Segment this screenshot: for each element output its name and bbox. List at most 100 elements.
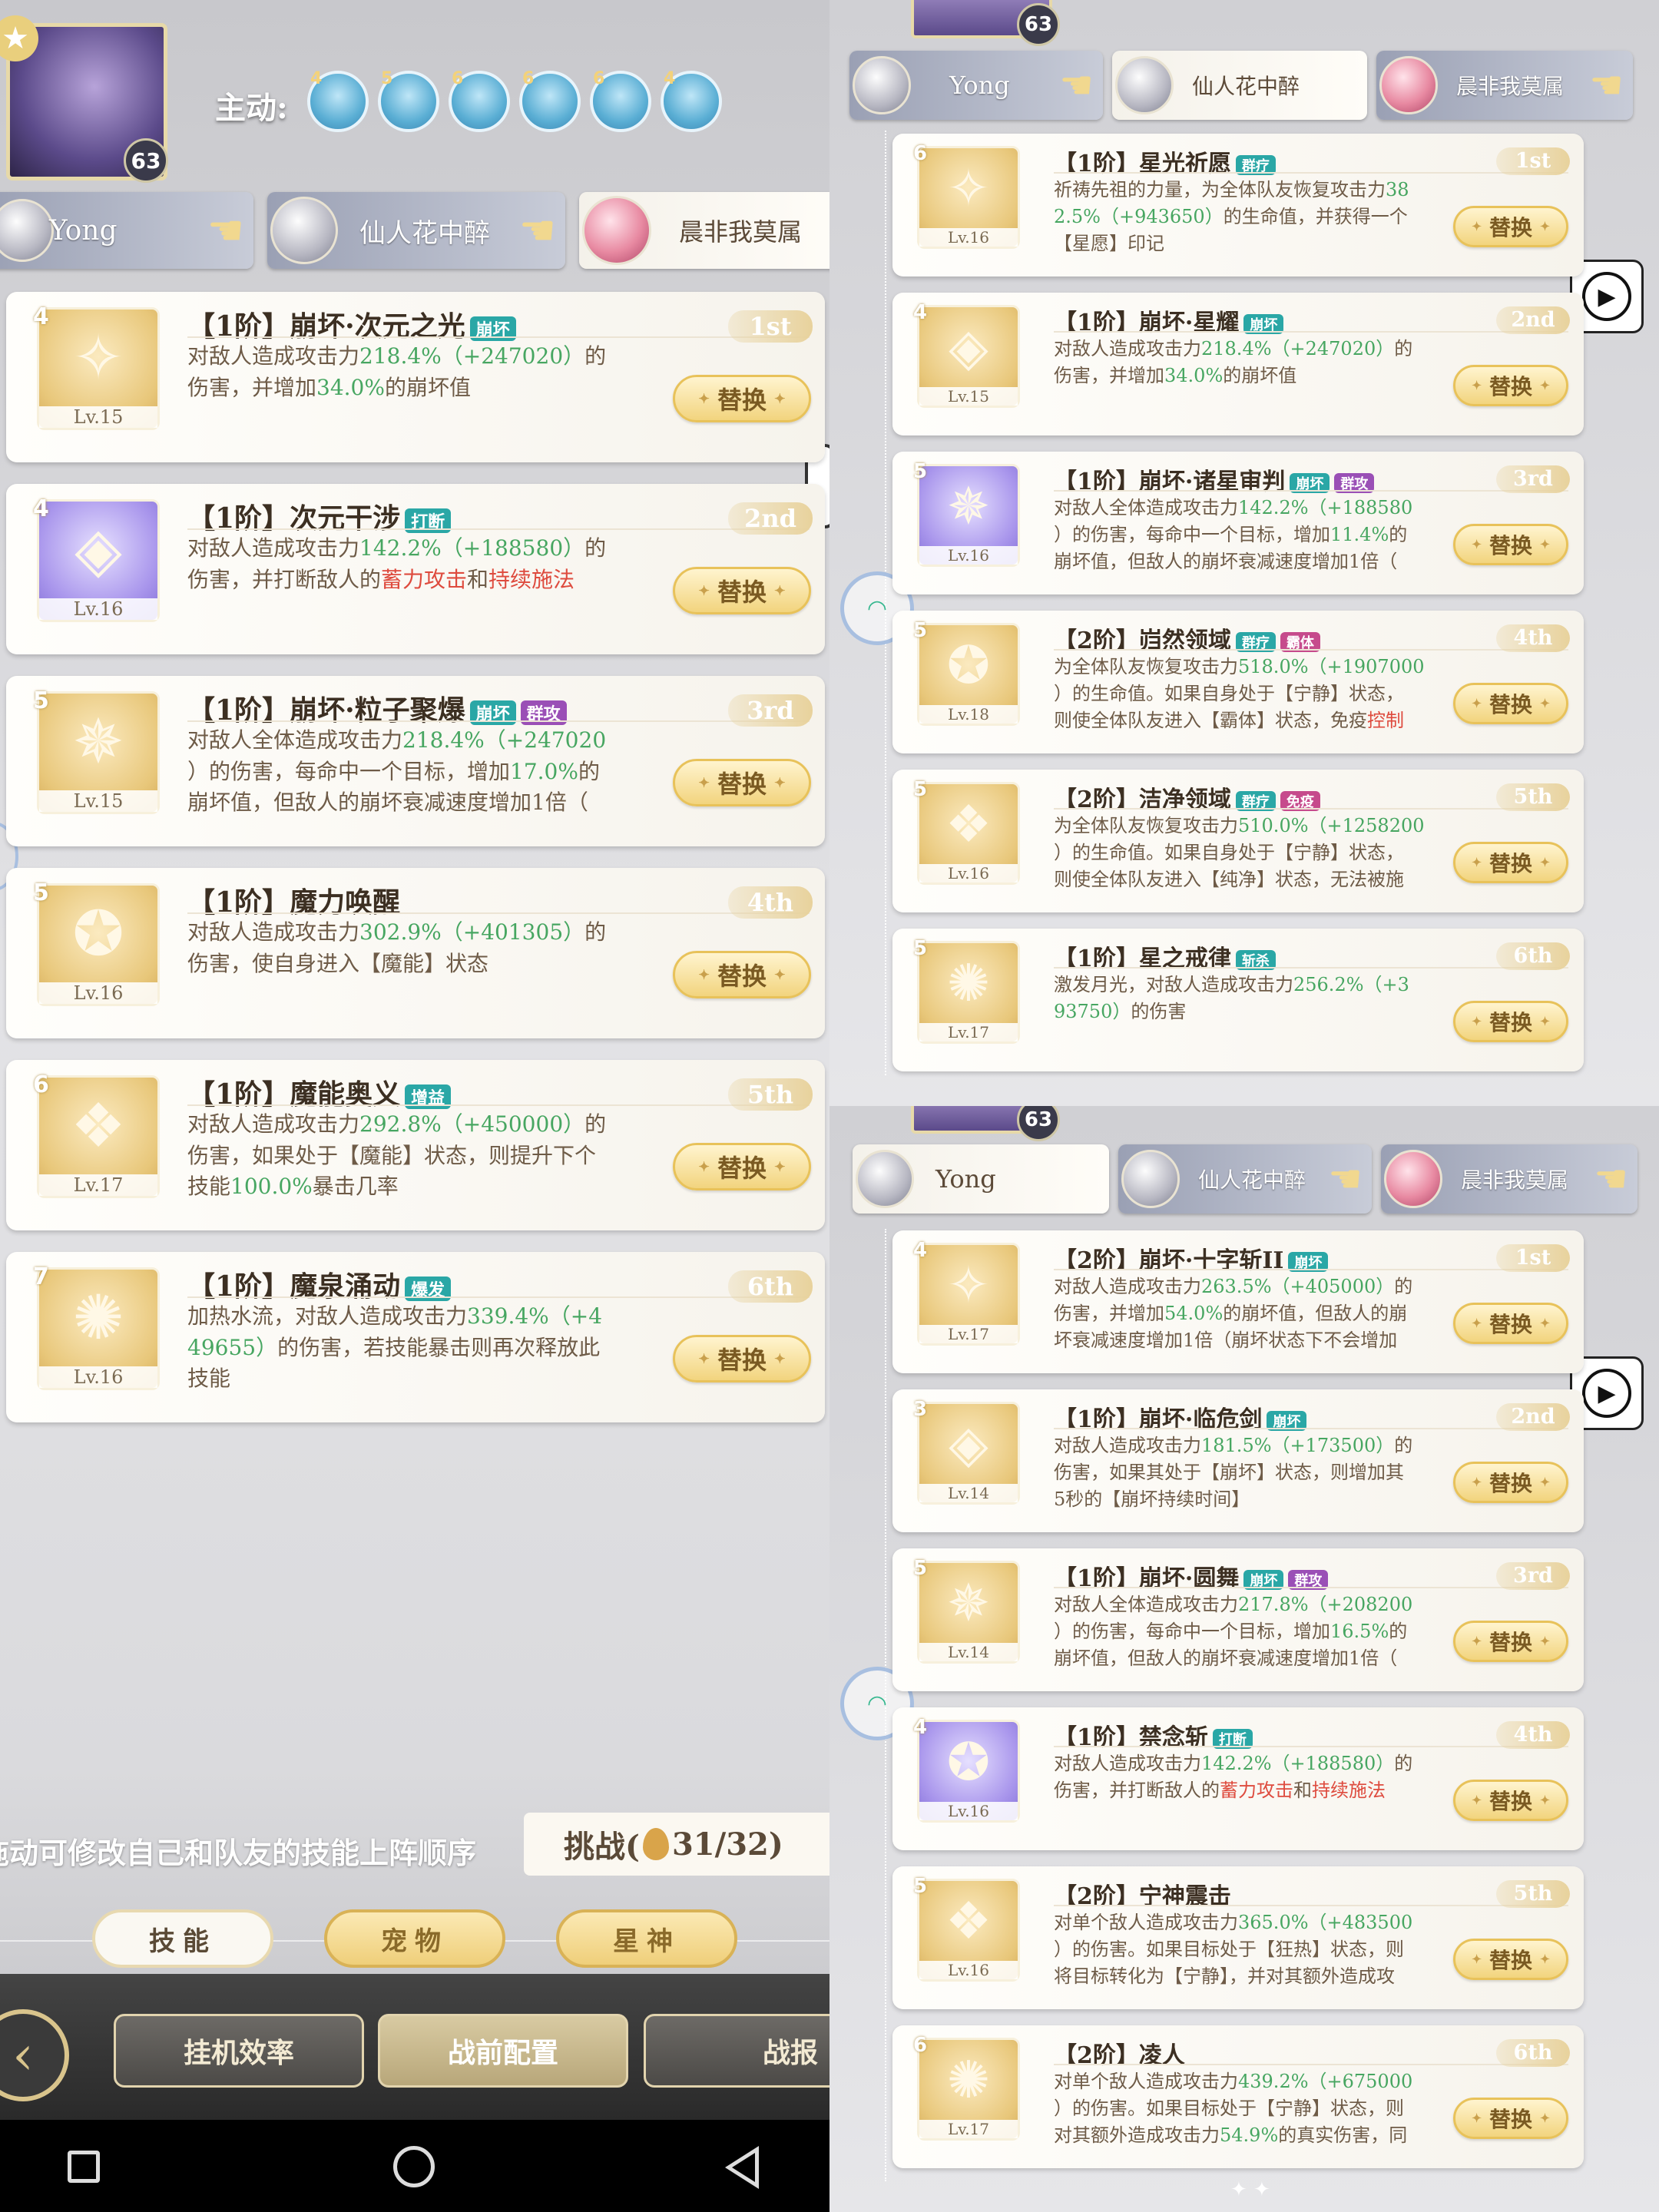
title-divider (1054, 1428, 1568, 1429)
swap-label: 替换 (717, 578, 767, 607)
home-icon[interactable] (393, 2146, 435, 2187)
description-text: 为全体队友恢复攻击力 (1054, 815, 1238, 836)
hero-portrait[interactable]: 63 (911, 0, 1060, 46)
description-line: 对敌人造成攻击力302.9%（+401305）的 (187, 917, 673, 949)
active-skill-orb[interactable]: 4 (307, 69, 369, 132)
skill-card[interactable]: ◈ 3 Lv.14 【1阶】崩坏·临危剑 崩坏 对敌人造成攻击力181.5%（+17350… (892, 1389, 1584, 1532)
active-skill-orb[interactable]: 6 (519, 69, 581, 132)
skill-card[interactable]: ✪ 5 Lv.18 【2阶】岿然领域 群疗 霸体 为全体队友恢复攻击力518.0%（+190… (892, 611, 1584, 753)
char-tab-3[interactable]: 晨非我莫属 ☚ (1376, 51, 1633, 120)
swap-button[interactable]: 替换 (673, 759, 811, 806)
challenge-button[interactable]: 挑战( 31/32) (524, 1813, 830, 1876)
description-text: 伤害，并增加 (187, 374, 317, 400)
swap-button[interactable]: 替换 (1453, 206, 1568, 247)
skill-card[interactable]: ✪ 5 Lv.16 【1阶】魔力唤醒 对敌人造成攻击力302.9%（+401305）的伤… (6, 868, 825, 1038)
char-tab-yong[interactable]: Yong (853, 1144, 1109, 1214)
description-text: 的 (578, 758, 600, 784)
skill-description: 对敌人造成攻击力263.5%（+405000）的 伤害，并增加54.0%的崩坏值，… (1054, 1273, 1453, 1353)
active-skill-orb[interactable]: 5 (378, 69, 439, 132)
char-tab-2[interactable]: 仙人花中醉 ☚ (267, 192, 565, 269)
hero-portrait[interactable]: 63 (911, 1106, 1060, 1141)
active-skill-orb[interactable]: 4 (661, 69, 722, 132)
skill-level: Lv.16 (39, 982, 157, 1004)
description-line: 对敌人全体造成攻击力218.4%（+247020 (187, 725, 673, 757)
value-text: 11.4% (1330, 523, 1389, 545)
active-skill-orb[interactable]: 6 (590, 69, 651, 132)
swap-button[interactable]: 替换 (673, 567, 811, 614)
char-tab-yong[interactable]: Yong ☚ (0, 192, 253, 269)
swap-label: 替换 (1488, 1010, 1532, 1035)
keyword-text: 持续施法 (488, 566, 575, 592)
swap-label: 替换 (1488, 851, 1532, 876)
char-tab-2[interactable]: 仙人花中醉 ☚ (1118, 1144, 1372, 1214)
swap-button[interactable]: 替换 (1453, 842, 1568, 883)
challenge-count: 31/32) (671, 1826, 783, 1863)
keyword-text: 控制 (1367, 709, 1404, 731)
drag-hand-icon: ☚ (1059, 63, 1094, 108)
description-text: 对敌人造成攻击力 (1054, 1753, 1201, 1774)
skill-card[interactable]: ✺ 6 Lv.17 【2阶】凌人 对单个敌人造成攻击力439.2%（+675000 ）的伤… (892, 2025, 1584, 2168)
tab-skills[interactable]: 技能 (92, 1909, 273, 1968)
idle-efficiency-button[interactable]: 挂机效率 (114, 2014, 364, 2088)
skill-card[interactable]: ✧ 4 Lv.17 【2阶】崩坏·十字斩II 崩坏 对敌人造成攻击力263.5%（+405… (892, 1230, 1584, 1373)
skill-card[interactable]: ✵ 5 Lv.14 【1阶】崩坏·圆舞 崩坏 群攻 对敌人全体造成攻击力217.8%（+20… (892, 1548, 1584, 1691)
swap-button[interactable]: 替换 (1453, 1303, 1568, 1344)
swap-button[interactable]: 替换 (1453, 1780, 1568, 1821)
active-skill-orb[interactable]: 6 (449, 69, 510, 132)
skill-card[interactable]: ✺ 7 Lv.16 【1阶】魔泉涌动 爆发 加热水流，对敌人造成攻击力339.4%（+4 4… (6, 1252, 825, 1422)
skill-card[interactable]: ✧ 6 Lv.16 【1阶】星光祈愿 群疗 祈祷先祖的力量，为全体队友恢复攻击力38 2.5… (892, 134, 1584, 276)
swap-button[interactable]: 替换 (1453, 365, 1568, 406)
skill-card[interactable]: ✧ 4 Lv.15 【1阶】崩坏·次元之光 崩坏 对敌人造成攻击力218.4%（+2470… (6, 292, 825, 462)
swap-button[interactable]: 替换 (673, 951, 811, 998)
skill-rank: 4 (33, 495, 49, 522)
drag-hand-icon: ☚ (1589, 63, 1624, 108)
pre-battle-config-button[interactable]: 战前配置 (378, 2014, 628, 2088)
swap-button[interactable]: 替换 (1453, 1462, 1568, 1503)
skill-level: Lv.14 (919, 1484, 1018, 1502)
description-text: 的 (1394, 1435, 1413, 1456)
swap-button[interactable]: 替换 (673, 1143, 811, 1190)
skill-card[interactable]: ✺ 5 Lv.17 【1阶】星之戒律 斩杀 激发月光，对敌人造成攻击力256.2%（+3 9… (892, 929, 1584, 1071)
right-bottom-screenshot: 63 Yong 仙人花中醉 ☚ 晨非我莫属 ☚ ◠ ▶ ✦ ✦ ✧ 4 Lv.17 【… (830, 1106, 1659, 2212)
skill-card[interactable]: ❖ 5 Lv.16 【2阶】洁净领域 群疗 免疫 为全体队友恢复攻击力510.0%（+125… (892, 770, 1584, 912)
skill-card[interactable]: ◈ 4 Lv.16 【1阶】次元干涉 打断 对敌人造成攻击力142.2%（+188580）… (6, 484, 825, 654)
char-tab-2[interactable]: 仙人花中醉 (1112, 51, 1367, 120)
swap-button[interactable]: 替换 (1453, 2098, 1568, 2139)
char-tab-3[interactable]: 晨非我莫属 (579, 192, 830, 269)
skill-order-badge: 3rd (1496, 465, 1570, 493)
description-text: 激发月光，对敌人造成攻击力 (1054, 974, 1293, 995)
value-text: 292.8%（+450000） (359, 1111, 585, 1137)
swap-button[interactable]: 替换 (673, 375, 811, 422)
skill-order-badge: 1st (728, 310, 813, 343)
swap-button[interactable]: 替换 (1453, 1001, 1568, 1042)
skill-card[interactable]: ❖ 6 Lv.17 【1阶】魔能奥义 增益 对敌人造成攻击力292.8%（+450000）… (6, 1060, 825, 1230)
swap-button[interactable]: 替换 (1453, 1939, 1568, 1980)
swap-button[interactable]: 替换 (673, 1335, 811, 1382)
skill-card[interactable]: ✵ 5 Lv.16 【1阶】崩坏·诸星审判 崩坏 群攻 对敌人全体造成攻击力142.2%（+… (892, 452, 1584, 594)
skill-card[interactable]: ◈ 4 Lv.15 【1阶】崩坏·星耀 崩坏 对敌人造成攻击力218.4%（+247020… (892, 293, 1584, 435)
description-line: 对敌人造成攻击力181.5%（+173500）的 (1054, 1432, 1453, 1459)
skill-emblem-icon: ✺ (72, 1282, 124, 1354)
skill-title: 【1阶】魔能奥义 增益 (187, 1072, 452, 1112)
swap-button[interactable]: 替换 (1453, 524, 1568, 565)
title-divider (1054, 1746, 1568, 1747)
skill-card[interactable]: ✵ 5 Lv.15 【1阶】崩坏·粒子聚爆 崩坏 群攻 对敌人全体造成攻击力218.4%（+… (6, 676, 825, 846)
recent-apps-icon[interactable] (68, 2151, 100, 2183)
tab-constellation[interactable]: 星神 (556, 1909, 737, 1968)
skill-card[interactable]: ❖ 5 Lv.16 【2阶】宁神震击 对单个敌人造成攻击力365.0%（+483500）… (892, 1866, 1584, 2009)
skill-card[interactable]: ✪ 4 Lv.16 【1阶】禁念斩 打断 对敌人造成攻击力142.2%（+188580）的… (892, 1707, 1584, 1850)
skill-description: 对敌人造成攻击力181.5%（+173500）的 伤害，如果其处于【崩坏】状态，则… (1054, 1432, 1453, 1512)
value-text: 218.4%（+247020） (1201, 338, 1395, 359)
char-tab-3[interactable]: 晨非我莫属 ☚ (1381, 1144, 1637, 1214)
character-tabs: Yong ☚ 仙人花中醉 ☚ 晨非我莫属 (0, 192, 830, 269)
char-tab-yong[interactable]: Yong ☚ (849, 51, 1103, 120)
battle-report-button[interactable]: 战报 (644, 2014, 830, 2088)
swap-button[interactable]: 替换 (1453, 683, 1568, 724)
description-line: 伤害，并打断敌人的蓄力攻击和持续施法 (187, 565, 673, 596)
skill-emblem-icon: ❖ (945, 793, 992, 854)
description-line: 坏衰减速度增加1倍（崩坏状态下不会增加 (1054, 1327, 1453, 1354)
swap-button[interactable]: 替换 (1453, 1621, 1568, 1662)
value-text: 93750） (1054, 1000, 1131, 1022)
tab-pets[interactable]: 宠物 (324, 1909, 505, 1968)
title-divider (1054, 172, 1568, 174)
